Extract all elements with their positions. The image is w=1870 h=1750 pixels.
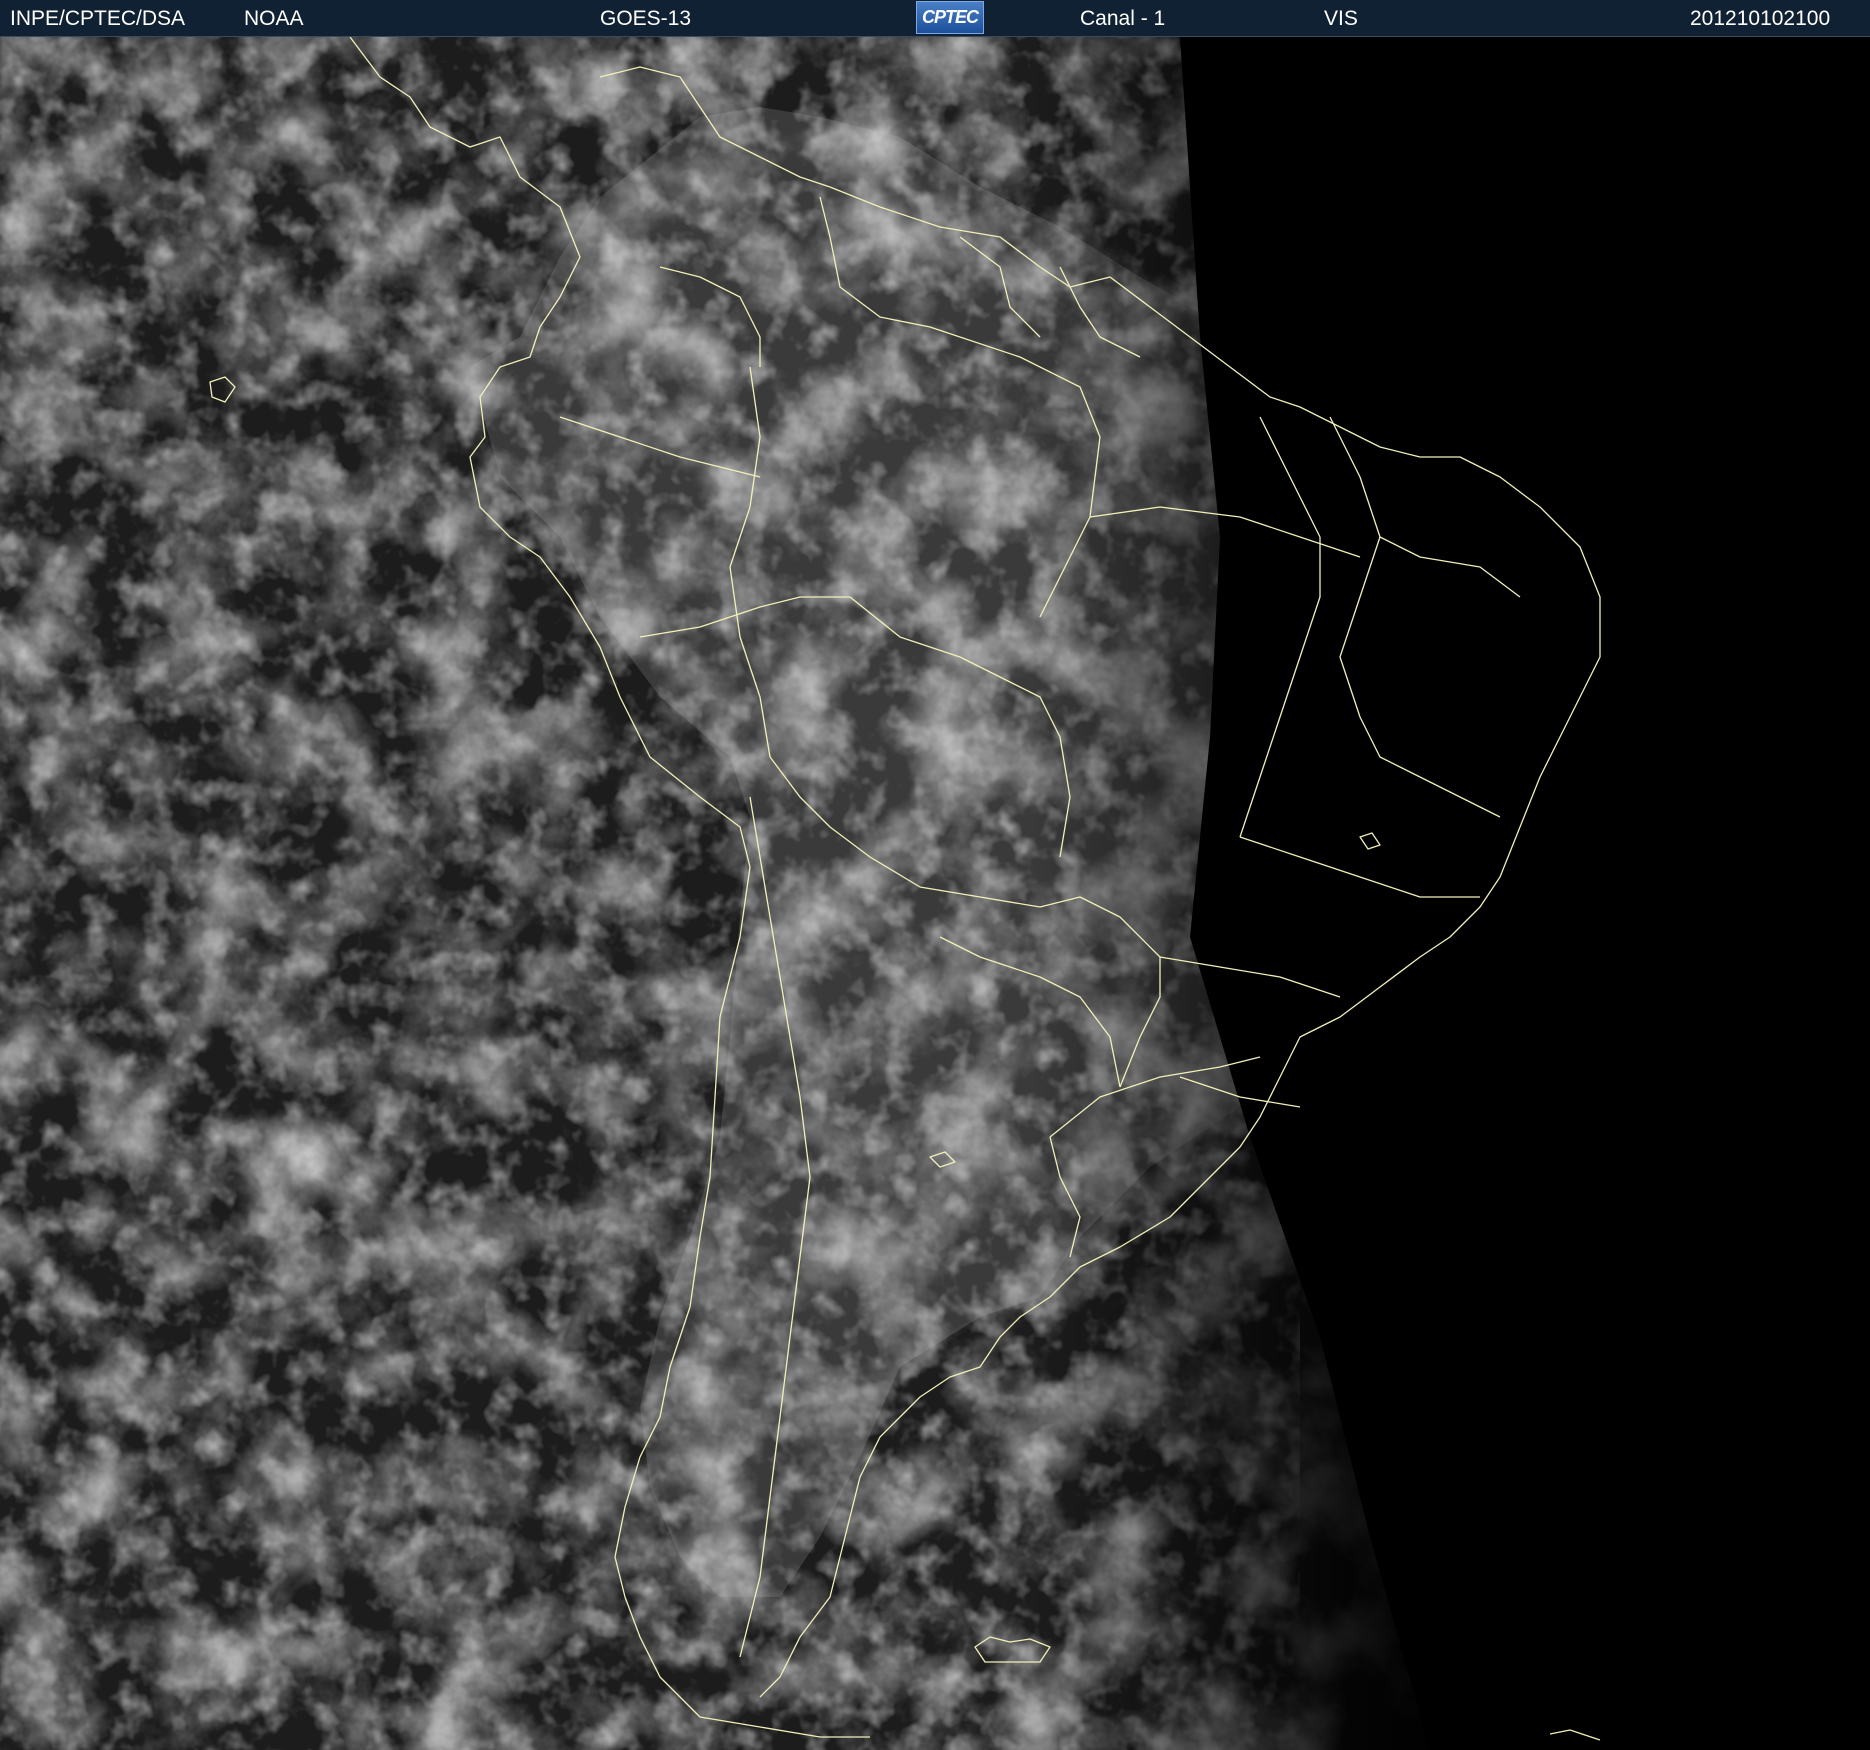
agency-label: INPE/CPTEC/DSA <box>10 7 186 30</box>
timestamp-label: 201210102100 <box>1690 7 1831 30</box>
satellite-label: GOES-13 <box>600 7 692 30</box>
satellite-map-svg <box>0 37 1870 1750</box>
header-bar: INPE/CPTEC/DSA NOAA GOES-13 CPTEC Canal … <box>0 0 1870 37</box>
satellite-image <box>0 37 1870 1750</box>
cptec-logo: CPTEC <box>916 1 984 34</box>
channel-label: Canal - 1 <box>1080 7 1166 30</box>
band-label: VIS <box>1324 7 1358 30</box>
source-label: NOAA <box>244 7 304 30</box>
